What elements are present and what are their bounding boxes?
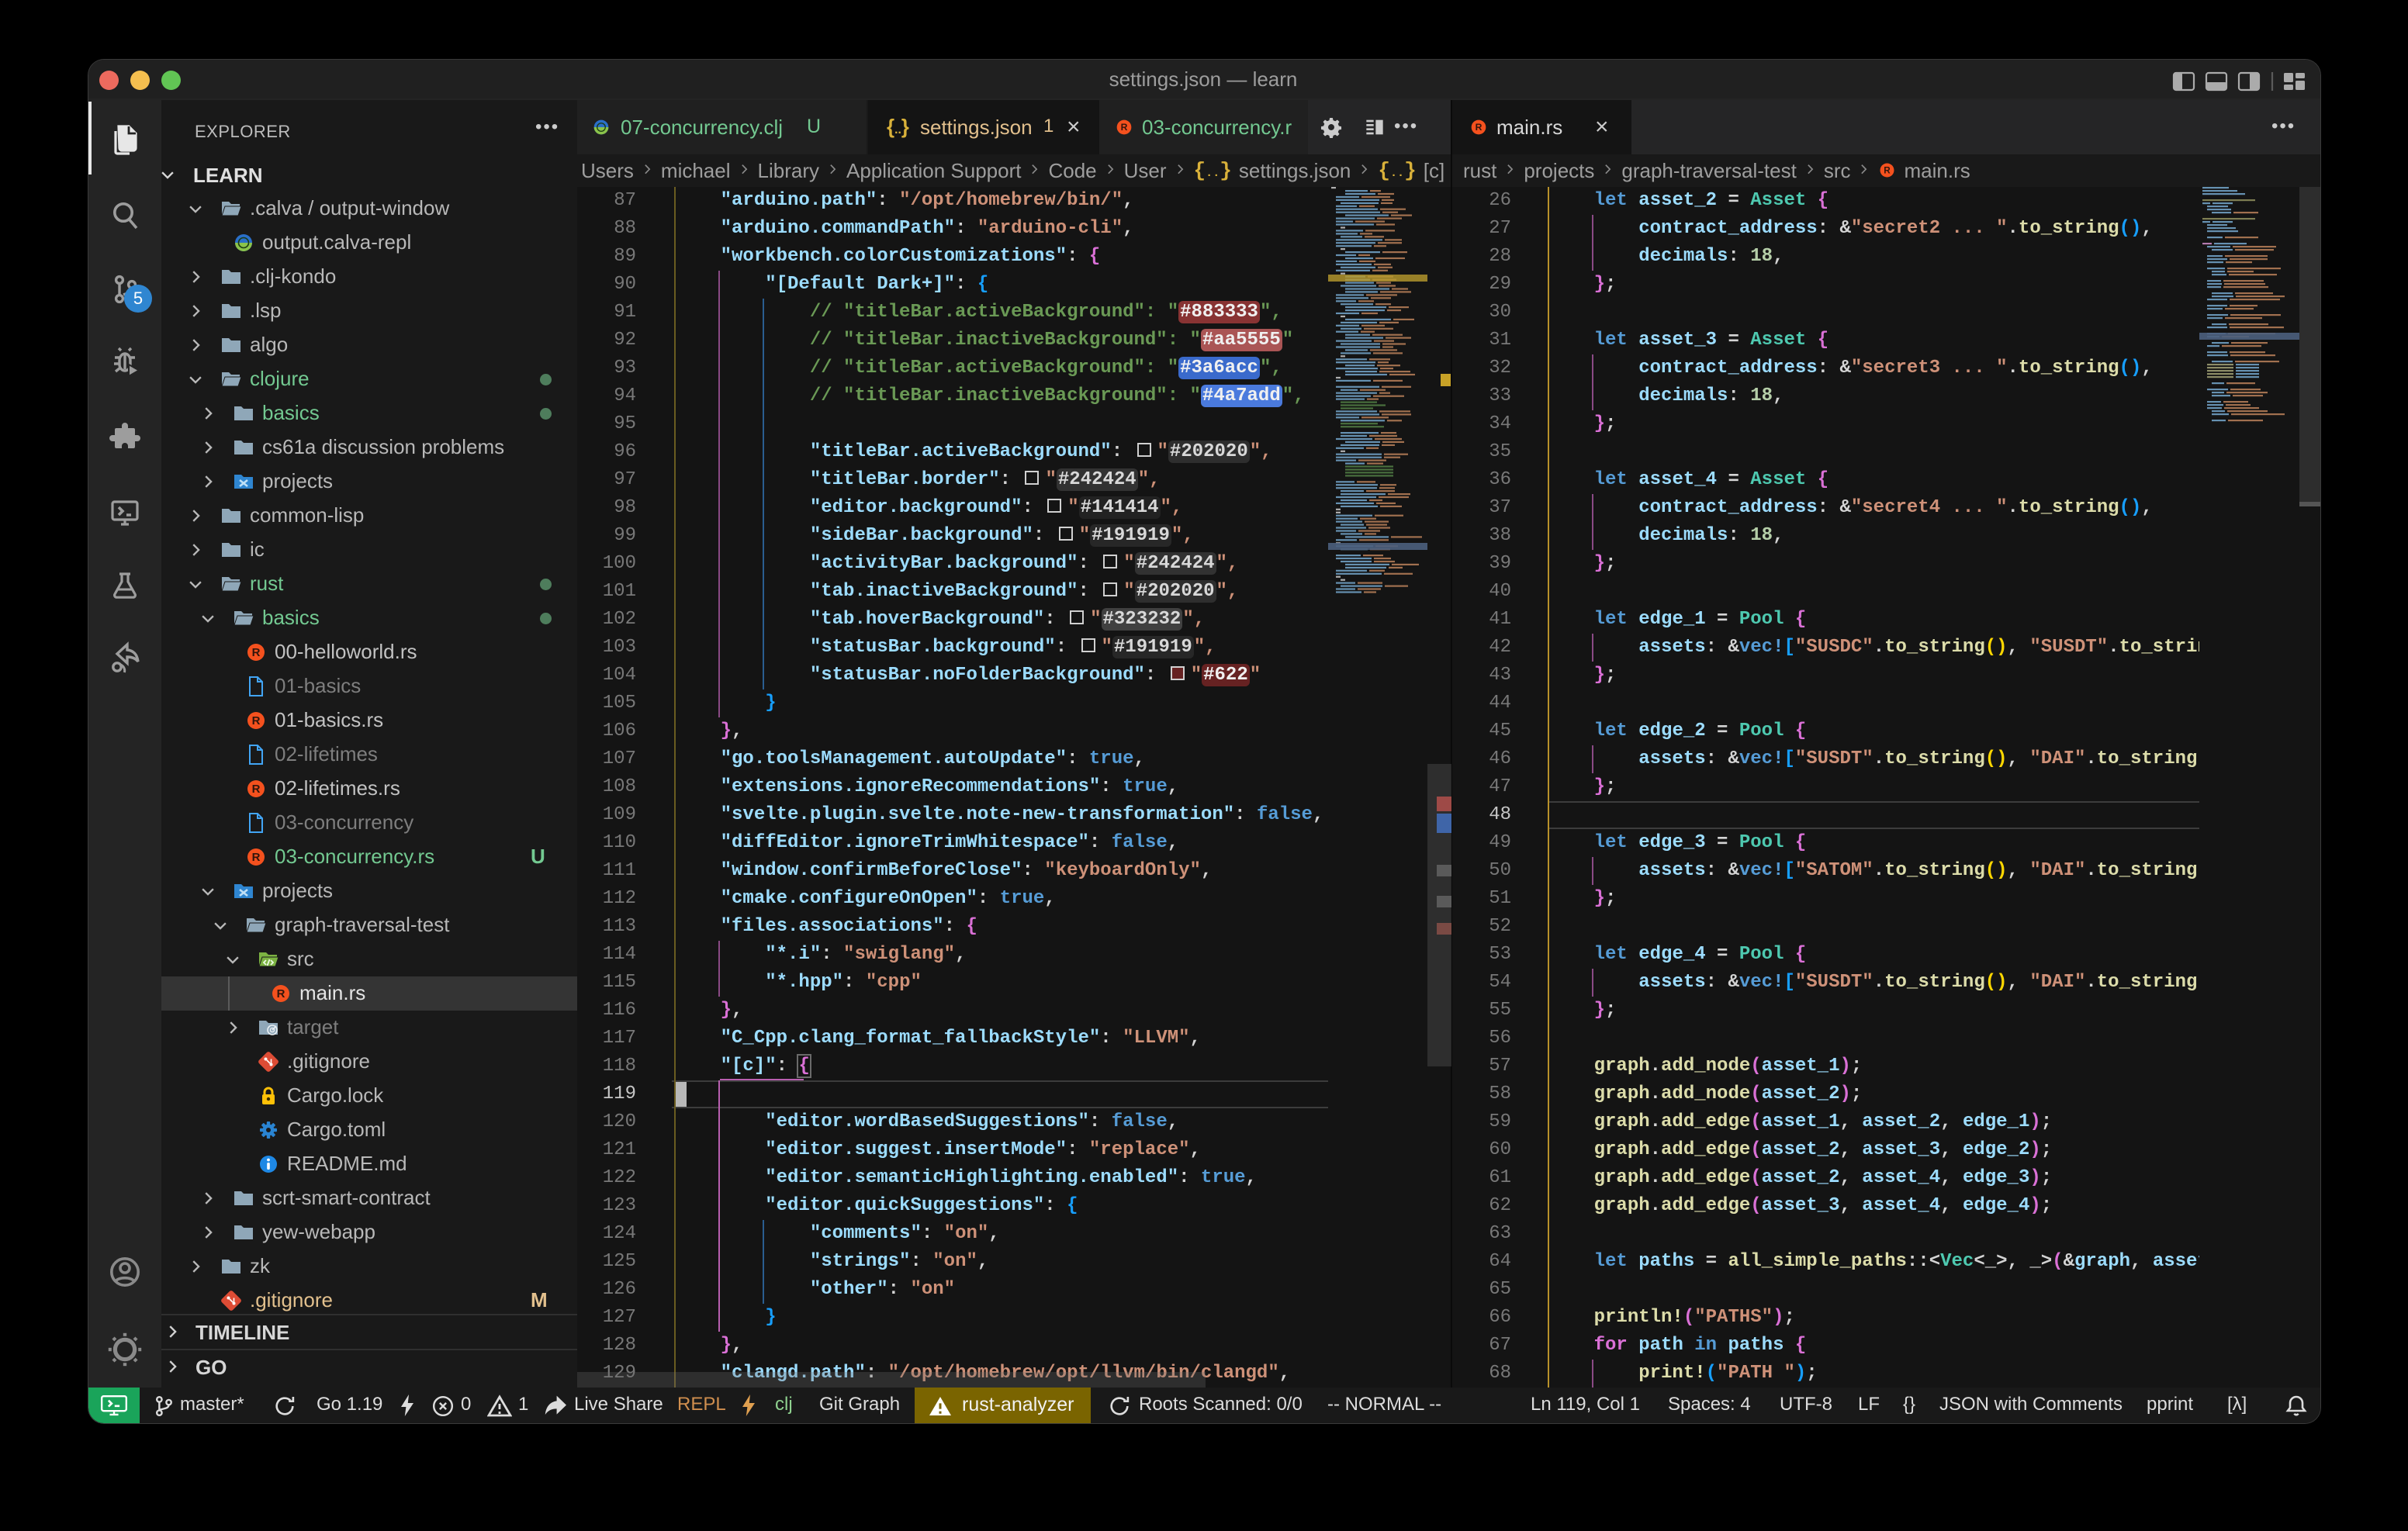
svg-text:R: R bbox=[252, 714, 261, 727]
svg-text:R: R bbox=[252, 851, 261, 864]
svg-text:R: R bbox=[277, 987, 285, 1001]
svg-text:R: R bbox=[252, 646, 261, 659]
svg-text:R: R bbox=[1476, 122, 1483, 133]
svg-text:R: R bbox=[1121, 122, 1128, 133]
svg-text:R: R bbox=[1884, 165, 1891, 175]
svg-text:R: R bbox=[252, 783, 261, 796]
